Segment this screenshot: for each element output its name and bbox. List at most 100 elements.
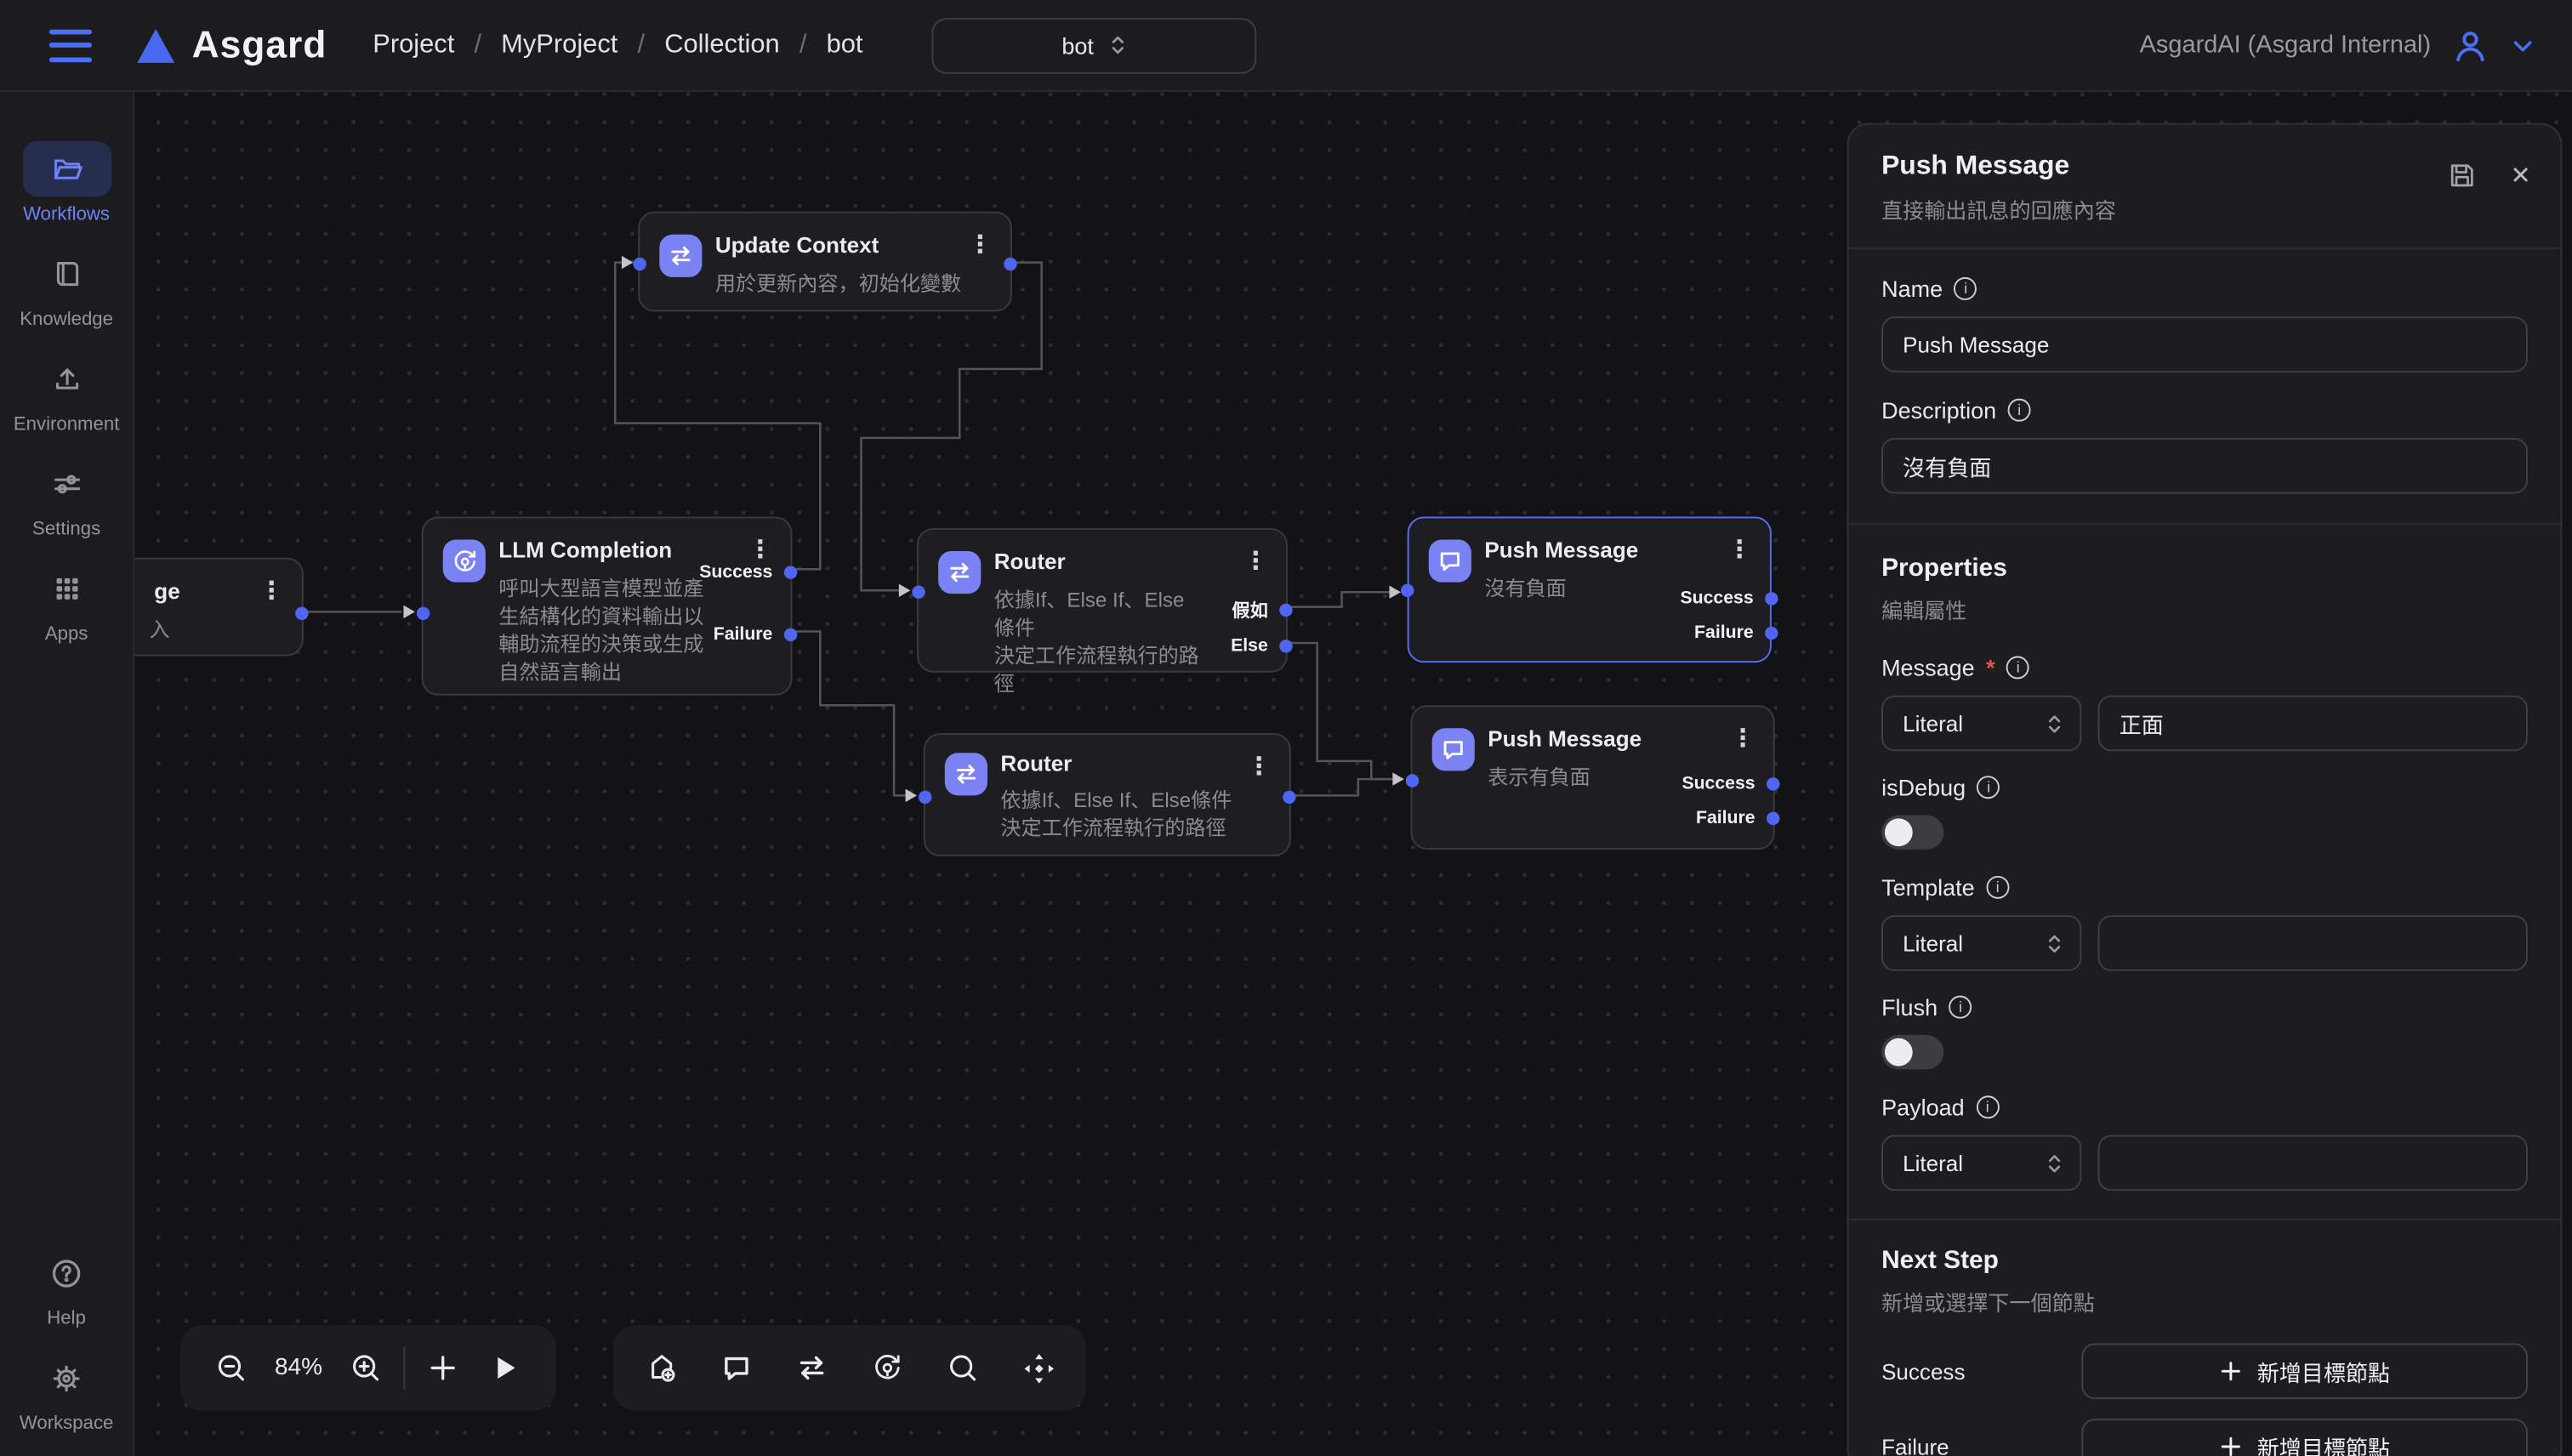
next-step-success-label: Success: [1881, 1359, 1965, 1384]
sidebar-item-workflows[interactable]: Workflows: [8, 141, 126, 225]
zoom-toolbar: 84%: [180, 1325, 556, 1410]
output-port[interactable]: [1283, 791, 1295, 804]
search-icon[interactable]: [938, 1343, 987, 1392]
hamburger-menu-icon[interactable]: [49, 29, 92, 62]
port-failure[interactable]: Failure: [1694, 625, 1778, 641]
isdebug-toggle[interactable]: [1881, 815, 1943, 849]
port-failure[interactable]: Failure: [1696, 810, 1780, 827]
user-icon[interactable]: [2450, 26, 2489, 65]
panel-header: Push Message 直接輸出訊息的回應內容: [1848, 125, 2560, 250]
node-push-message-1[interactable]: Push Message 沒有負面 Success Failure: [1408, 516, 1772, 663]
flush-toggle[interactable]: [1881, 1035, 1943, 1069]
port-else[interactable]: Else: [1231, 638, 1293, 654]
info-icon[interactable]: [2006, 656, 2029, 679]
sidebar-item-settings[interactable]: Settings: [8, 456, 126, 539]
kebab-menu-icon[interactable]: [1247, 751, 1273, 781]
message-value-field[interactable]: [2098, 696, 2528, 752]
template-mode-select[interactable]: Literal: [1881, 915, 2081, 971]
sidebar: Workflows Knowledge Environment Settings…: [0, 92, 134, 1456]
input-port[interactable]: [417, 607, 430, 620]
run-workflow-button[interactable]: [481, 1343, 530, 1392]
router-tool-icon[interactable]: [788, 1343, 837, 1392]
kebab-menu-icon[interactable]: [1727, 535, 1754, 565]
gear-icon: [22, 1350, 111, 1406]
info-icon[interactable]: [2008, 399, 2031, 422]
breadcrumb-myproject[interactable]: MyProject: [501, 31, 617, 60]
notification-add-icon[interactable]: [636, 1343, 686, 1392]
zoom-in-button[interactable]: [341, 1343, 390, 1392]
breadcrumb-project[interactable]: Project: [373, 31, 454, 60]
input-port[interactable]: [1406, 774, 1419, 787]
swap-arrows-icon: [945, 753, 987, 795]
zoom-out-button[interactable]: [207, 1343, 256, 1392]
info-icon[interactable]: [1949, 996, 1972, 1019]
push-message-tool-icon[interactable]: [712, 1343, 761, 1392]
grid-dots-icon: [22, 561, 111, 617]
info-icon[interactable]: [1955, 277, 1977, 300]
kebab-menu-icon[interactable]: [1243, 546, 1270, 576]
kebab-menu-icon[interactable]: [1731, 723, 1757, 753]
next-step-failure-label: Failure: [1881, 1435, 1949, 1456]
name-field[interactable]: [1881, 316, 2528, 373]
input-port[interactable]: [633, 258, 646, 270]
llm-tool-icon[interactable]: [862, 1343, 912, 1392]
output-port[interactable]: [1004, 258, 1016, 270]
top-bar: Asgard Project / MyProject / Collection …: [0, 0, 2572, 92]
flush-label: Flush: [1881, 994, 2528, 1021]
info-icon[interactable]: [1977, 776, 2000, 799]
move-pan-icon[interactable]: [1014, 1343, 1063, 1392]
port-failure[interactable]: Failure: [714, 627, 798, 643]
kebab-menu-icon[interactable]: [968, 230, 994, 259]
sidebar-item-label: Workflows: [23, 205, 110, 225]
node-llm-completion[interactable]: LLM Completion 呼叫大型語言模型並產 生結構化的資料輸出以 輔助流…: [422, 516, 793, 695]
payload-mode-select[interactable]: Literal: [1881, 1135, 2081, 1192]
input-port[interactable]: [919, 791, 931, 804]
node-description: 沒有負面: [1484, 576, 1566, 604]
sidebar-item-environment[interactable]: Environment: [8, 351, 126, 435]
breadcrumb-collection[interactable]: Collection: [664, 31, 780, 60]
save-icon[interactable]: [2448, 161, 2478, 191]
next-step-subtitle: 新增或選擇下一個節點: [1881, 1286, 2528, 1317]
node-description: 用於更新內容，初始化變數: [715, 270, 961, 299]
kebab-menu-icon[interactable]: [259, 576, 286, 606]
add-node-button[interactable]: [418, 1343, 468, 1392]
message-mode-select[interactable]: Literal: [1881, 696, 2081, 752]
sidebar-item-workspace[interactable]: Workspace: [8, 1350, 126, 1433]
chevron-down-icon[interactable]: [2510, 32, 2536, 59]
panel-title: Push Message: [1881, 151, 2528, 182]
node-router-1[interactable]: Router 依據If、Else If、Else條件 決定工作流程執行的路徑 假…: [917, 528, 1288, 673]
add-target-node-button[interactable]: 新增目標節點: [2081, 1343, 2528, 1399]
sidebar-item-label: Environment: [14, 415, 120, 435]
payload-label: Payload: [1881, 1094, 2528, 1120]
sidebar-item-label: Help: [47, 1309, 86, 1328]
node-router-2[interactable]: Router 依據If、Else If、Else條件 決定工作流程執行的路徑: [924, 733, 1291, 856]
app-logo[interactable]: Asgard: [134, 23, 327, 67]
input-port[interactable]: [1401, 584, 1414, 597]
properties-title: Properties: [1881, 555, 2528, 584]
node-update-context[interactable]: Update Context 用於更新內容，初始化變數: [638, 212, 1012, 312]
select-carets-icon: [1108, 34, 1126, 55]
port-success[interactable]: Success: [1681, 590, 1778, 606]
sidebar-item-help[interactable]: Help: [8, 1245, 126, 1328]
sidebar-item-knowledge[interactable]: Knowledge: [8, 246, 126, 329]
info-icon[interactable]: [1976, 1095, 1999, 1118]
book-icon: [22, 246, 111, 302]
required-asterisk: *: [1986, 654, 1995, 680]
add-target-node-button[interactable]: 新增目標節點: [2081, 1419, 2528, 1456]
output-port[interactable]: [295, 607, 308, 620]
input-port[interactable]: [912, 585, 925, 598]
breadcrumb-bot[interactable]: bot: [827, 31, 863, 60]
description-field[interactable]: [1881, 438, 2528, 494]
close-icon[interactable]: [2511, 161, 2531, 191]
port-success[interactable]: Success: [1681, 776, 1779, 792]
port-if[interactable]: 假如: [1232, 602, 1292, 618]
sidebar-item-label: Apps: [45, 625, 88, 645]
sidebar-item-apps[interactable]: Apps: [8, 561, 126, 645]
kebab-menu-icon[interactable]: [748, 535, 774, 565]
template-value-field[interactable]: [2098, 915, 2528, 971]
node-push-message-2[interactable]: Push Message 表示有負面 Success Failure: [1411, 705, 1775, 850]
workflow-select[interactable]: bot: [932, 17, 1257, 73]
payload-value-field[interactable]: [2098, 1135, 2528, 1192]
info-icon[interactable]: [1986, 876, 2009, 899]
port-success[interactable]: Success: [699, 564, 797, 580]
